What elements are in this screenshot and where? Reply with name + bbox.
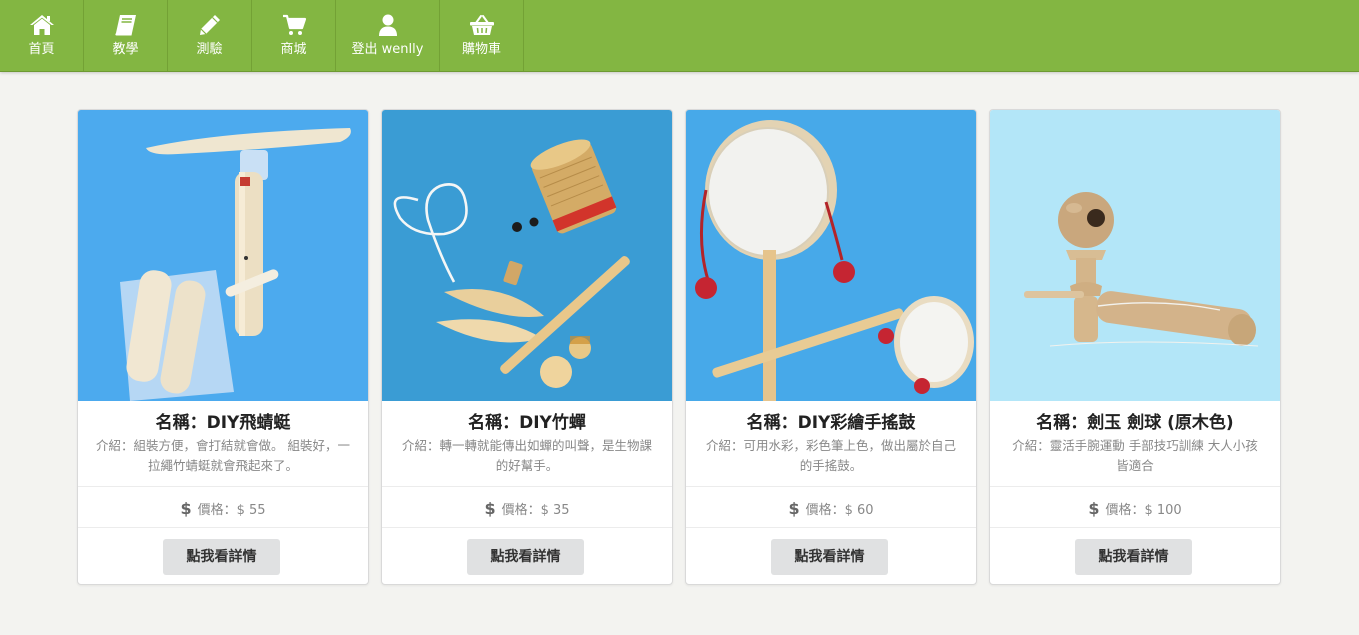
nav-item-logout[interactable]: 登出 wenlly	[336, 0, 440, 71]
product-title: 名稱：DIY飛蜻蜓	[155, 413, 291, 433]
divider	[990, 527, 1280, 528]
dollar-icon: $	[484, 499, 496, 518]
product-image-kendama[interactable]	[990, 110, 1280, 401]
user-icon	[378, 14, 397, 36]
home-icon	[29, 15, 54, 35]
product-card: 名稱：DIY竹蟬 介紹：轉一轉就能傳出如蟬的叫聲，是生物課的好幫手。 $ 價格：$…	[381, 109, 673, 585]
product-description: 介紹：靈活手腕運動 手部技巧訓練 大人小孩皆適合	[1012, 438, 1258, 473]
nav-label-quiz: 測驗	[196, 42, 223, 57]
cart-icon	[282, 14, 306, 35]
product-title: 名稱：劍玉 劍球 (原木色)	[1036, 413, 1234, 433]
price-text: 價格：$ 100	[1105, 503, 1182, 518]
product-card: 名稱：劍玉 劍球 (原木色) 介紹：靈活手腕運動 手部技巧訓練 大人小孩皆適合 …	[989, 109, 1281, 585]
price-text: 價格：$ 35	[501, 503, 570, 518]
pencil-icon	[199, 15, 220, 35]
price-text: 價格：$ 55	[197, 503, 266, 518]
divider	[78, 486, 368, 487]
nav-label-home: 首頁	[28, 42, 55, 57]
product-price: $ 價格：$ 100	[990, 500, 1280, 520]
basket-icon	[469, 15, 494, 35]
product-card: 名稱：DIY彩繪手搖鼓 介紹：可用水彩，彩色筆上色，做出屬於自己的手搖鼓。 $ 價…	[685, 109, 977, 585]
nav-label-logout: 登出 wenlly	[351, 42, 424, 57]
nav-item-basket[interactable]: 購物車	[440, 0, 524, 71]
divider	[382, 527, 672, 528]
view-details-button[interactable]: 點我看詳情	[163, 539, 280, 575]
nav-item-teaching[interactable]: 教學	[84, 0, 168, 71]
dollar-icon: $	[180, 499, 192, 518]
divider	[990, 486, 1280, 487]
nav-label-teaching: 教學	[112, 42, 139, 57]
dollar-icon: $	[1088, 499, 1100, 518]
product-price: $ 價格：$ 35	[382, 500, 672, 520]
price-text: 價格：$ 60	[805, 503, 874, 518]
nav-label-basket: 購物車	[461, 42, 501, 57]
view-details-button[interactable]: 點我看詳情	[1075, 539, 1192, 575]
product-card: 名稱：DIY飛蜻蜓 介紹：組裝方便，會打結就會做。 組裝好，一拉繩竹蜻蜓就會飛起…	[77, 109, 369, 585]
nav-item-shop[interactable]: 商城	[252, 0, 336, 71]
product-price: $ 價格：$ 60	[686, 500, 976, 520]
product-title: 名稱：DIY竹蟬	[468, 413, 586, 433]
top-navbar: 首頁 教學 測驗 商城 登出 wenlly 購物車	[0, 0, 1359, 72]
product-description: 介紹：組裝方便，會打結就會做。 組裝好，一拉繩竹蜻蜓就會飛起來了。	[96, 438, 350, 473]
product-description: 介紹：轉一轉就能傳出如蟬的叫聲，是生物課的好幫手。	[401, 438, 652, 473]
product-image-rattle-drum[interactable]	[686, 110, 976, 401]
dollar-icon: $	[788, 499, 800, 518]
product-description: 介紹：可用水彩，彩色筆上色，做出屬於自己的手搖鼓。	[705, 438, 956, 473]
nav-label-shop: 商城	[280, 42, 307, 57]
divider	[686, 527, 976, 528]
nav-item-quiz[interactable]: 測驗	[168, 0, 252, 71]
product-image-bamboo-dragonfly[interactable]	[78, 110, 368, 401]
product-price: $ 價格：$ 55	[78, 500, 368, 520]
nav-item-home[interactable]: 首頁	[0, 0, 84, 71]
divider	[78, 527, 368, 528]
view-details-button[interactable]: 點我看詳情	[467, 539, 584, 575]
view-details-button[interactable]: 點我看詳情	[771, 539, 888, 575]
divider	[382, 486, 672, 487]
product-image-bamboo-cicada[interactable]	[382, 110, 672, 401]
divider	[686, 486, 976, 487]
book-icon	[114, 15, 136, 36]
product-title: 名稱：DIY彩繪手搖鼓	[746, 413, 916, 433]
